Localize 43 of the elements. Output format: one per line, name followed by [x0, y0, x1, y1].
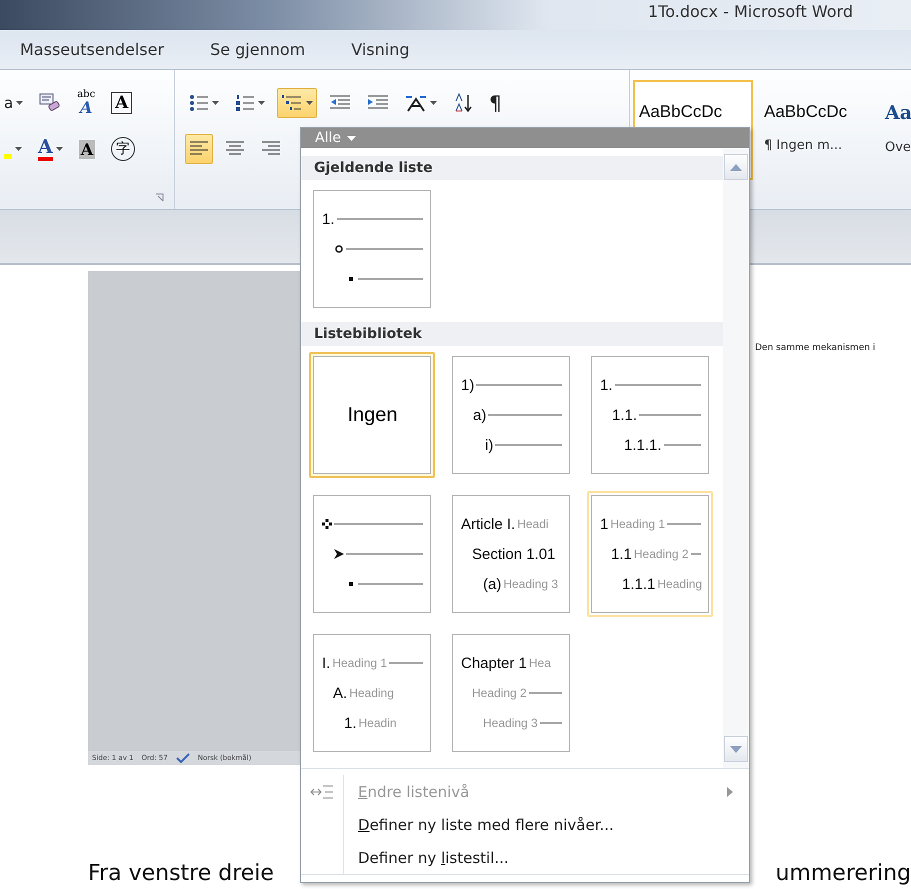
- menu-item[interactable]: Definer ny liste med flere nivåer...: [301, 808, 749, 841]
- toolbar-button[interactable]: [185, 134, 213, 164]
- toolbar-button[interactable]: [277, 88, 317, 118]
- list-style-tile[interactable]: Ingen: [309, 352, 435, 478]
- menu-item[interactable]: Definer ny listestil...: [301, 841, 749, 874]
- ribbon-tab[interactable]: Visning: [351, 36, 410, 63]
- scroll-down-button[interactable]: [724, 736, 748, 762]
- style-tile[interactable]: AaBbCcDc ¶ Ingen m...: [758, 80, 878, 180]
- sort-icon: [453, 93, 473, 113]
- toolbar-button[interactable]: A: [74, 134, 100, 164]
- filter-label: Alle: [315, 130, 341, 146]
- ribbon-tab[interactable]: Se gjennom: [210, 36, 306, 63]
- style-sample: AaBbCcDc: [639, 102, 722, 122]
- text-direction-icon: [405, 94, 427, 112]
- bullet-list-icon: [189, 94, 209, 112]
- proofing-check-icon: [176, 753, 190, 763]
- list-style-tile[interactable]: 1 Heading 1 1.1 Heading 2 1.1.1 Heading: [587, 491, 713, 617]
- section-heading: Listebibliotek: [301, 322, 723, 346]
- document-text: ummerering: [775, 861, 911, 887]
- dialog-launcher-icon: [155, 193, 165, 203]
- ribbon-tab[interactable]: Masseutsendelser: [20, 36, 164, 63]
- eraser-icon: [39, 93, 62, 113]
- document-text: Den samme mekanismen i: [755, 343, 876, 353]
- style-sample: AaBbCcDc: [764, 102, 848, 122]
- highlight-icon: [4, 154, 12, 159]
- toolbar-button[interactable]: ¶: [485, 88, 506, 118]
- up-arrow-icon: [730, 164, 742, 170]
- numbered-list-icon: [235, 94, 255, 112]
- phonetic-text: abc: [77, 90, 96, 100]
- scroll-up-button[interactable]: [724, 154, 748, 180]
- phonetic-letter: A: [80, 100, 92, 116]
- style-name: ¶ Ingen m...: [764, 138, 842, 153]
- toolbar-button[interactable]: abc A: [73, 88, 100, 118]
- multilevel-list-icon: [281, 94, 303, 112]
- toolbar-button[interactable]: A: [34, 134, 67, 164]
- caret-icon: [346, 136, 356, 140]
- toolbar-button[interactable]: a: [0, 88, 28, 118]
- section-heading: Gjeldende liste: [301, 156, 723, 180]
- scrollbar[interactable]: [723, 148, 749, 768]
- window-title: 1To.docx - Microsoft Word: [648, 2, 853, 21]
- down-arrow-icon: [730, 746, 742, 752]
- document-text: Fra venstre dreie: [88, 861, 274, 887]
- style-name: Ove: [885, 140, 911, 155]
